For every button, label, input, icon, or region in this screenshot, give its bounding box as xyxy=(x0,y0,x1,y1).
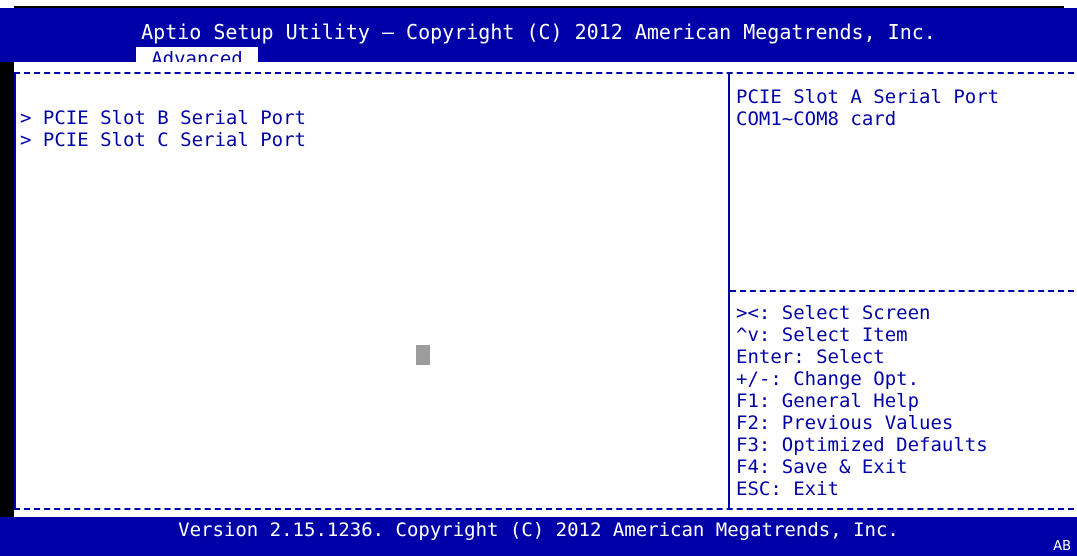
main-area: > PCIE Slot A Serial Port > PCIE Slot B … xyxy=(0,62,1077,517)
panel-left-border xyxy=(14,72,16,508)
menu-item-pcie-slot-a-serial-port[interactable]: > PCIE Slot A Serial Port xyxy=(20,85,720,107)
key-optimized-defaults: F3: Optimized Defaults xyxy=(736,434,988,456)
key-select-screen: ><: Select Screen xyxy=(736,302,931,324)
panel-top-border xyxy=(14,72,1074,74)
menu-item-pcie-slot-c-serial-port[interactable]: > PCIE Slot C Serial Port xyxy=(20,129,720,151)
key-select-item: ^v: Select Item xyxy=(736,324,908,346)
setup-panel: > PCIE Slot A Serial Port > PCIE Slot B … xyxy=(14,62,1074,517)
footer-bar: Version 2.15.1236. Copyright (C) 2012 Am… xyxy=(0,517,1077,556)
bios-screen: Aptio Setup Utility – Copyright (C) 2012… xyxy=(0,0,1077,556)
help-description-line: COM1~COM8 card xyxy=(736,108,897,130)
key-change-opt: +/-: Change Opt. xyxy=(736,368,920,390)
help-description: PCIE Slot A Serial Port COM1~COM8 card xyxy=(736,86,1066,130)
key-save-exit: F4: Save & Exit xyxy=(736,456,908,478)
key-esc-exit: ESC: Exit xyxy=(736,478,839,500)
menu-list: > PCIE Slot A Serial Port > PCIE Slot B … xyxy=(20,85,720,151)
left-edge xyxy=(0,62,14,517)
key-legend: ><: Select Screen ^v: Select Item Enter:… xyxy=(736,302,1066,500)
version-text: Version 2.15.1236. Copyright (C) 2012 Am… xyxy=(178,519,899,541)
corner-badge: AB xyxy=(1053,539,1071,554)
page-title: Aptio Setup Utility – Copyright (C) 2012… xyxy=(141,20,936,44)
header-bar: Aptio Setup Utility – Copyright (C) 2012… xyxy=(0,8,1077,71)
help-description-line: PCIE Slot A Serial Port xyxy=(736,86,1000,108)
key-enter-select: Enter: Select xyxy=(736,346,885,368)
menu-item-pcie-slot-b-serial-port[interactable]: > PCIE Slot B Serial Port xyxy=(20,107,720,129)
key-previous-values: F2: Previous Values xyxy=(736,412,954,434)
help-separator xyxy=(730,290,1074,292)
key-general-help: F1: General Help xyxy=(736,390,920,412)
text-cursor xyxy=(416,345,430,365)
panel-bottom-border xyxy=(14,508,1074,510)
